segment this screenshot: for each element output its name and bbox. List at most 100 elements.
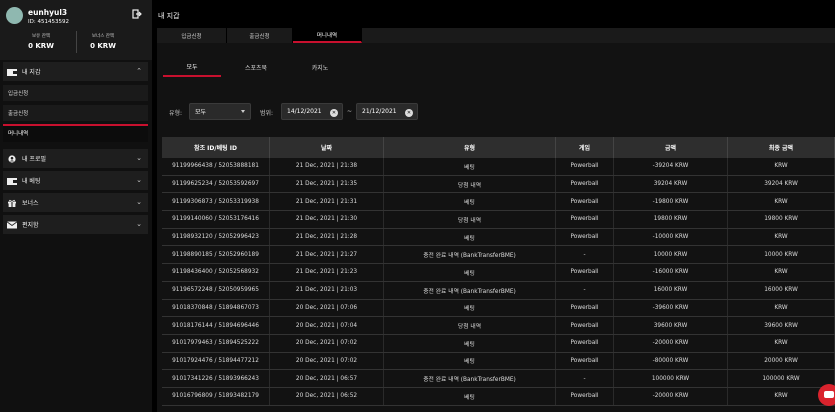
cell-date: 21 Dec, 2021 | 21:27 [270, 246, 384, 264]
cell-amount: 19800 KRW [614, 211, 728, 228]
cell-final-amount: 39600 KRW [728, 317, 835, 334]
cell-final-amount: KRW [728, 158, 835, 175]
sidebar-item-bonus[interactable]: 보너스 ⌄ [3, 193, 148, 212]
sidebar-item-mailbox[interactable]: 편지함 ⌄ [3, 215, 148, 234]
date-to-value: 21/12/2021 [362, 108, 397, 115]
bonus-balance-label: 보너스 잔액 [91, 34, 115, 39]
subtab-casino[interactable]: 카지노 [291, 57, 349, 77]
cell-game: Powerball [556, 175, 614, 193]
table-row: 91199306873 / 52053319938 21 Dec, 2021 | … [162, 193, 835, 212]
chevron-up-icon: ⌃ [136, 67, 142, 75]
cell-amount: 39600 KRW [614, 317, 728, 334]
sidebar-item-label: 내 프로필 [22, 156, 46, 163]
sidebar-item-label: 머니내역 [8, 131, 29, 137]
cell-date: 21 Dec, 2021 | 21:23 [270, 264, 384, 281]
sidebar-item-withdraw[interactable]: 출금신청 [3, 105, 148, 121]
logout-icon[interactable] [132, 9, 142, 19]
header-type: 유형 [384, 137, 556, 158]
chevron-down-icon: ⌄ [136, 220, 142, 228]
cell-type: 당첨 내역 [384, 211, 556, 228]
cell-date: 21 Dec, 2021 | 21:03 [270, 281, 384, 299]
table-row: 91198436400 / 52052568932 21 Dec, 2021 | … [162, 264, 835, 282]
sidebar-item-label: 출금신청 [8, 111, 29, 117]
subtab-all[interactable]: 모두 [163, 57, 221, 77]
sidebar-item-betting[interactable]: 내 베팅 ⌄ [3, 171, 148, 190]
cell-amount: -16000 KRW [614, 264, 728, 281]
cell-game: Powerball [556, 193, 614, 211]
cell-amount: 16000 KRW [614, 281, 728, 299]
type-select-value: 모두 [195, 109, 207, 116]
tab-withdraw[interactable]: 출금신청 [227, 28, 293, 43]
profile-panel: eunhyul3 ID: 451453592 보유 잔액 0 KRW 보너스 잔… [0, 0, 152, 60]
header-amount: 금액 [614, 137, 728, 158]
cell-date: 20 Dec, 2021 | 07:04 [270, 317, 384, 334]
header-date: 날짜 [270, 137, 384, 158]
subtab-sportsbook[interactable]: 스포츠북 [227, 57, 285, 77]
held-balance-label: 보유 잔액 [32, 34, 50, 39]
cell-date: 21 Dec, 2021 | 21:38 [270, 158, 384, 175]
cell-amount: 100000 KRW [614, 370, 728, 387]
date-from-value: 14/12/2021 [287, 108, 322, 115]
sidebar-item-deposit[interactable]: 입금신청 [3, 85, 148, 101]
tab-money-history[interactable]: 머니내역 [293, 28, 362, 43]
cell-reference-id: 91017341226 / 51893966243 [162, 370, 270, 387]
cell-amount: -39600 KRW [614, 299, 728, 317]
cell-date: 20 Dec, 2021 | 07:02 [270, 334, 384, 352]
cell-reference-id: 91198890185 / 52052960189 [162, 246, 270, 264]
cell-date: 20 Dec, 2021 | 06:57 [270, 370, 384, 387]
cell-amount: -20000 KRW [614, 387, 728, 405]
cell-final-amount: 10000 KRW [728, 246, 835, 264]
cell-final-amount: 100000 KRW [728, 370, 835, 387]
chat-button[interactable] [818, 384, 835, 406]
table-row: 91198890185 / 52052960189 21 Dec, 2021 | … [162, 246, 835, 265]
sidebar-item-wallet[interactable]: 내 지갑 ⌃ [3, 62, 148, 81]
cell-final-amount: KRW [728, 299, 835, 317]
cell-date: 21 Dec, 2021 | 21:35 [270, 175, 384, 193]
cell-game: Powerball [556, 387, 614, 405]
user-id: ID: 451453592 [28, 19, 69, 25]
clear-icon[interactable]: ✕ [405, 109, 413, 117]
cell-game: Powerball [556, 211, 614, 228]
sidebar-item-profile[interactable]: 내 프로필 ⌄ [3, 149, 148, 168]
header-game: 게임 [556, 137, 614, 158]
cell-type: 당첨 내역 [384, 317, 556, 334]
cell-final-amount: KRW [728, 228, 835, 246]
table-body: 91199966438 / 52053888181 21 Dec, 2021 | … [162, 158, 835, 406]
caret-down-icon [241, 110, 245, 113]
table-row: 91016796809 / 51893482179 20 Dec, 2021 | … [162, 387, 835, 406]
cell-game: Powerball [556, 334, 614, 352]
cell-type: 베팅 [384, 158, 556, 175]
cell-final-amount: KRW [728, 193, 835, 211]
category-subtabs: 모두 스포츠북 카지노 [163, 57, 835, 77]
range-filter-label: 범위: [260, 110, 274, 117]
type-filter-label: 유형: [169, 110, 183, 117]
sidebar-item-money-history[interactable]: 머니내역 [3, 124, 148, 142]
date-from-input[interactable]: 14/12/2021 ✕ [281, 103, 343, 120]
cell-date: 21 Dec, 2021 | 21:28 [270, 228, 384, 246]
cell-game: - [556, 246, 614, 264]
cell-type: 충전 완료 내역 (BankTransferBME) [384, 281, 556, 299]
table-row: 91199140060 / 52053176416 21 Dec, 2021 | … [162, 211, 835, 229]
chat-icon [824, 391, 834, 398]
type-select[interactable]: 모두 [189, 103, 251, 120]
cell-reference-id: 91199625234 / 52053592697 [162, 175, 270, 193]
table-row: 91017979463 / 51894525222 20 Dec, 2021 | … [162, 334, 835, 353]
cell-amount: 39204 KRW [614, 175, 728, 193]
date-to-input[interactable]: 21/12/2021 ✕ [356, 103, 418, 120]
cell-reference-id: 91198932120 / 52052996423 [162, 228, 270, 246]
cell-date: 20 Dec, 2021 | 07:06 [270, 299, 384, 317]
avatar[interactable] [6, 7, 23, 24]
table-row: 91196572248 / 52050959965 21 Dec, 2021 | … [162, 281, 835, 300]
cell-final-amount: 39204 KRW [728, 175, 835, 193]
transaction-table: 참조 ID/베팅 ID 날짜 유형 게임 금액 최종 금액 9119996643… [162, 137, 835, 406]
table-row: 91018370848 / 51894867073 20 Dec, 2021 | … [162, 299, 835, 318]
table-row: 91018176144 / 51894696446 20 Dec, 2021 | … [162, 317, 835, 335]
cell-reference-id: 91018176144 / 51894696446 [162, 317, 270, 334]
cell-game: Powerball [556, 317, 614, 334]
wallet-icon [7, 68, 17, 76]
clear-icon[interactable]: ✕ [330, 109, 338, 117]
cell-date: 20 Dec, 2021 | 06:52 [270, 387, 384, 405]
cell-final-amount: KRW [728, 264, 835, 281]
tab-deposit[interactable]: 입금신청 [157, 28, 227, 43]
table-row: 91199966438 / 52053888181 21 Dec, 2021 | … [162, 158, 835, 176]
